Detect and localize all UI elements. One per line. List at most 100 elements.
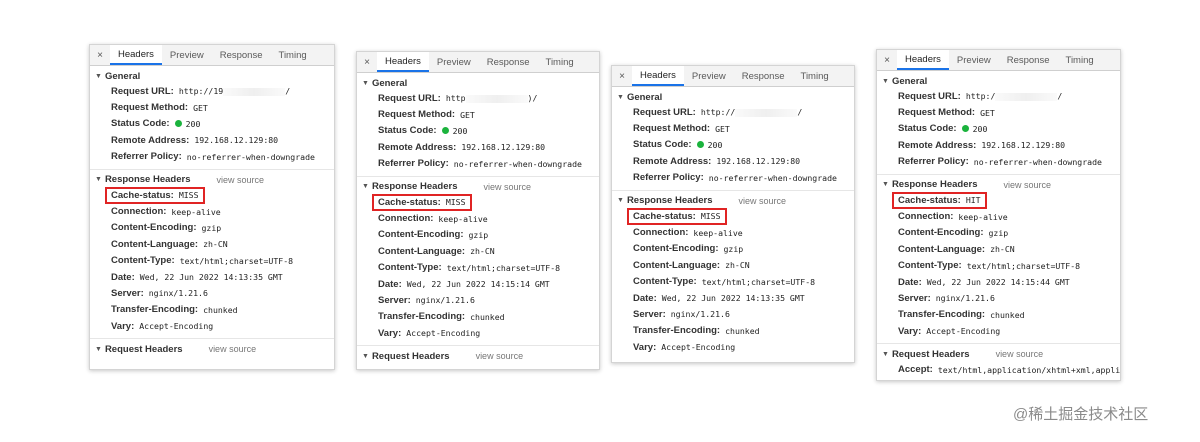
header-value[interactable]: Accept-Encoding [926,326,1000,336]
header-value[interactable]: HIT [966,195,981,205]
header-key: Cache-status: [898,194,961,206]
header-value[interactable]: nginx/1.21.6 [149,288,208,298]
header-value[interactable]: GET [193,103,208,113]
header-value[interactable]: Accept-Encoding [406,328,480,338]
header-value[interactable]: keep-alive [958,212,1007,222]
general-toggle[interactable]: ▼ General [357,76,599,90]
header-value[interactable]: Accept-Encoding [139,321,213,331]
tab-headers[interactable]: Headers [897,50,949,70]
view-source-link[interactable]: view source [483,182,531,192]
request-headers-toggle[interactable]: ▼ Request Headers view source [877,347,1120,361]
tab-response[interactable]: Response [212,45,271,65]
header-value[interactable]: keep-alive [171,207,220,217]
view-source-link[interactable]: view source [209,344,257,354]
tab-preview[interactable]: Preview [949,50,999,70]
header-value[interactable]: Wed, 22 Jun 2022 14:13:35 GMT [140,272,283,282]
tab-preview[interactable]: Preview [429,52,479,72]
header-value[interactable]: MISS [446,197,466,207]
header-value[interactable]: nginx/1.21.6 [416,295,475,305]
header-value[interactable]: text/html;charset=UTF-8 [967,261,1080,271]
header-value[interactable]: zh-CN [725,260,750,270]
header-value[interactable]: 192.168.12.129:80 [194,135,278,145]
header-value[interactable]: http://19 / [179,86,290,96]
tab-timing[interactable]: Timing [271,45,315,65]
response-headers-toggle[interactable]: ▼ Response Headers view source [877,178,1120,192]
tab-headers[interactable]: Headers [632,66,684,86]
header-value[interactable]: chunked [470,312,505,322]
view-source-link[interactable]: view source [1003,180,1051,190]
header-value[interactable]: chunked [725,326,760,336]
tab-preview[interactable]: Preview [162,45,212,65]
header-value[interactable]: 192.168.12.129:80 [461,142,545,152]
header-value[interactable]: no-referrer-when-downgrade [187,152,315,162]
header-value[interactable]: no-referrer-when-downgrade [454,159,582,169]
header-value[interactable]: 192.168.12.129:80 [716,156,800,166]
view-source-link[interactable]: view source [996,349,1044,359]
header-value[interactable]: 200 [973,124,988,134]
request-headers-toggle[interactable]: ▼ Request Headers view source [90,342,334,356]
header-value[interactable]: GET [460,110,475,120]
close-icon[interactable]: × [877,50,897,70]
tab-headers[interactable]: Headers [377,52,429,72]
general-toggle[interactable]: ▼ General [90,69,334,83]
header-value[interactable]: 200 [453,126,468,136]
header-value[interactable]: zh-CN [990,244,1015,254]
general-toggle[interactable]: ▼ General [612,90,854,104]
close-icon[interactable]: × [612,66,632,86]
tab-response[interactable]: Response [734,66,793,86]
header-value[interactable]: gzip [201,223,221,233]
response-headers-toggle[interactable]: ▼ Response Headers view source [357,180,599,194]
header-value[interactable]: http:/ / [966,91,1063,101]
header-value[interactable]: http:// / [701,107,802,117]
header-value[interactable]: Wed, 22 Jun 2022 14:13:35 GMT [662,293,805,303]
header-value[interactable]: keep-alive [693,228,742,238]
header-value[interactable]: Wed, 22 Jun 2022 14:15:14 GMT [407,279,550,289]
header-value[interactable]: http)/ [446,93,538,103]
header-value[interactable]: chunked [990,310,1025,320]
view-source-link[interactable]: view source [738,196,786,206]
header-value[interactable]: GET [980,108,995,118]
view-source-link[interactable]: view source [476,351,524,361]
tab-response[interactable]: Response [999,50,1058,70]
request-headers-section: ▼ Request Headers view source Accept: text/… [877,344,1120,380]
header-value[interactable]: Accept-Encoding [661,342,735,352]
tab-response[interactable]: Response [479,52,538,72]
header-key: Request Method: [633,123,711,135]
tab-timing[interactable]: Timing [538,52,582,72]
header-value[interactable]: chunked [203,305,238,315]
header-value[interactable]: gzip [468,230,488,240]
close-icon[interactable]: × [90,45,110,65]
header-value[interactable]: MISS [701,211,721,221]
header-value[interactable]: MISS [179,190,199,200]
header-value[interactable]: keep-alive [438,214,487,224]
response-headers-toggle[interactable]: ▼ Response Headers view source [90,173,334,187]
header-value[interactable]: no-referrer-when-downgrade [974,157,1102,167]
header-value[interactable]: GET [715,124,730,134]
header-value[interactable]: gzip [988,228,1008,238]
close-icon[interactable]: × [357,52,377,72]
header-value[interactable]: text/html;charset=UTF-8 [180,256,293,266]
tab-timing[interactable]: Timing [1058,50,1102,70]
header-value[interactable]: zh-CN [470,246,495,256]
header-value[interactable]: zh-CN [203,239,228,249]
watermark: @稀土掘金技术社区 [1013,406,1149,423]
view-source-link[interactable]: view source [216,175,264,185]
header-value[interactable]: text/html;charset=UTF-8 [447,263,560,273]
header-value[interactable]: nginx/1.21.6 [671,309,730,319]
tab-timing[interactable]: Timing [793,66,837,86]
header-value[interactable]: 192.168.12.129:80 [981,140,1065,150]
header-value[interactable]: Wed, 22 Jun 2022 14:15:44 GMT [927,277,1070,287]
header-value[interactable]: gzip [723,244,743,254]
request-headers-toggle[interactable]: ▼ Request Headers view source [357,349,599,363]
header-value[interactable]: text/html,application/xhtml+xml,applic [938,365,1120,375]
header-value[interactable]: 200 [708,140,723,150]
response-headers-toggle[interactable]: ▼ Response Headers view source [612,194,854,208]
tab-headers[interactable]: Headers [110,45,162,65]
tab-preview[interactable]: Preview [684,66,734,86]
header-value[interactable]: text/html;charset=UTF-8 [702,277,815,287]
general-toggle[interactable]: ▼ General [877,74,1120,88]
header-value[interactable]: 200 [186,119,201,129]
header-value[interactable]: nginx/1.21.6 [936,293,995,303]
content-language-row: Content-Language: zh-CN [877,241,1120,257]
header-value[interactable]: no-referrer-when-downgrade [709,173,837,183]
